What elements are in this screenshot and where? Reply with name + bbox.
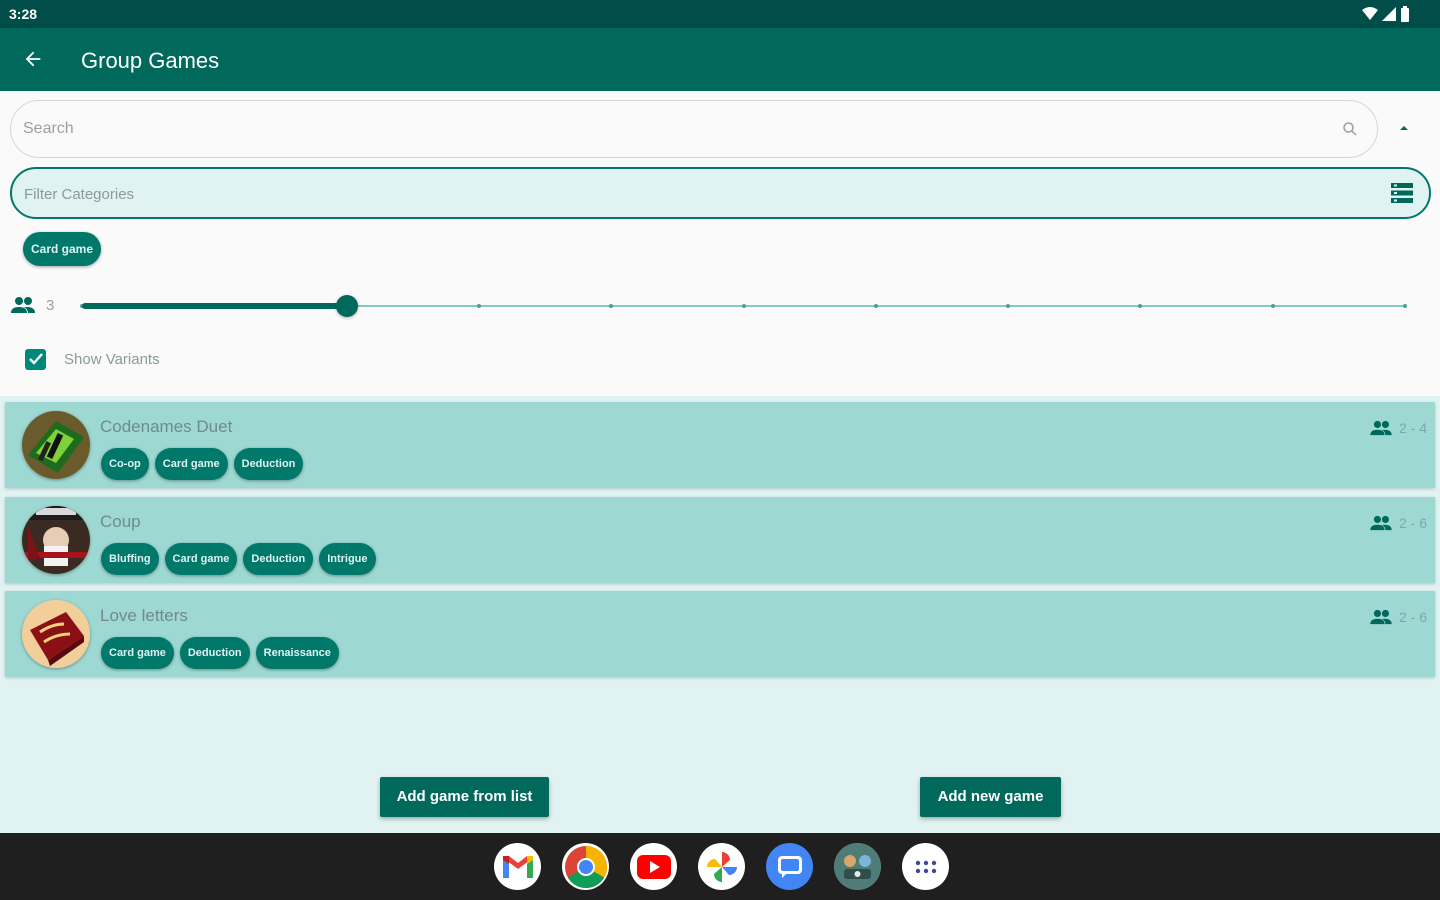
game-thumbnail: [22, 600, 90, 668]
search-box: [10, 100, 1378, 158]
slider-tick: [1270, 304, 1275, 308]
signal-icon: [1382, 7, 1396, 21]
players-filter: 3: [10, 292, 1430, 320]
group-games-app-icon[interactable]: [834, 843, 881, 890]
status-icons: [1362, 6, 1410, 22]
tag-chip[interactable]: Card game: [154, 448, 228, 480]
game-name: Coup: [100, 512, 141, 531]
chrome-icon[interactable]: [562, 843, 609, 890]
status-time: 3:28: [9, 6, 38, 22]
filter-categories-label: Filter Categories: [24, 186, 135, 203]
page-title: Group Games: [81, 48, 220, 73]
battery-icon: [1401, 6, 1409, 22]
youtube-icon[interactable]: [630, 843, 677, 890]
people-icon: [1370, 609, 1392, 625]
filter-panel: Filter Categories Card game 3 Show Varia…: [0, 91, 1440, 396]
slider-tick: [476, 304, 481, 308]
filter-categories-field[interactable]: Filter Categories: [10, 167, 1431, 219]
selected-category-chip[interactable]: Card game: [23, 232, 102, 266]
game-tags: Bluffing Card game Deduction Intrigue: [101, 543, 376, 575]
game-thumbnail: [22, 411, 90, 479]
messages-icon[interactable]: [766, 843, 813, 890]
show-variants-checkbox[interactable]: [25, 348, 46, 370]
category-list-icon[interactable]: [1391, 183, 1413, 203]
game-tags: Co-op Card game Deduction: [101, 448, 304, 480]
gmail-icon[interactable]: [494, 843, 541, 890]
checkmark-icon: [28, 353, 43, 365]
game-player-range: 2 - 4: [1369, 420, 1427, 436]
game-player-range: 2 - 6: [1369, 515, 1427, 531]
game-tags: Card game Deduction Renaissance: [101, 637, 339, 669]
back-arrow-icon: [25, 51, 41, 67]
show-variants-label: Show Variants: [64, 350, 160, 368]
status-bar: 3:28: [0, 0, 1440, 28]
slider-active-track: [82, 303, 347, 309]
slider-tick: [609, 304, 614, 308]
tag-chip[interactable]: Co-op: [101, 448, 149, 480]
slider-tick: [741, 304, 746, 308]
collapse-filters-button[interactable]: [1393, 117, 1415, 139]
tag-chip[interactable]: Deduction: [233, 448, 304, 480]
tag-chip[interactable]: Deduction: [243, 543, 314, 575]
back-button[interactable]: [18, 44, 48, 74]
slider-thumb[interactable]: [335, 295, 358, 317]
search-input[interactable]: [23, 113, 1323, 145]
people-icon: [11, 297, 35, 313]
players-count: 3: [46, 297, 55, 314]
player-range-text: 2 - 6: [1398, 515, 1427, 531]
game-thumbnail: [22, 506, 90, 574]
app-drawer-icon[interactable]: [902, 843, 949, 890]
app-dock: [494, 843, 949, 890]
tag-chip[interactable]: Intrigue: [319, 543, 376, 575]
people-icon: [1370, 420, 1392, 436]
tag-chip[interactable]: Bluffing: [101, 543, 159, 575]
slider-tick: [1006, 304, 1011, 308]
add-new-game-button[interactable]: Add new game: [920, 777, 1061, 817]
tag-chip[interactable]: Card game: [101, 637, 174, 669]
game-card[interactable]: Coup Bluffing Card game Deduction Intrig…: [5, 497, 1435, 583]
slider-tick: [1403, 304, 1407, 308]
tag-chip[interactable]: Deduction: [179, 637, 250, 669]
photos-icon[interactable]: [698, 843, 745, 890]
wifi-icon: [1362, 7, 1378, 20]
player-range-text: 2 - 6: [1398, 609, 1427, 625]
slider-tick: [1138, 304, 1143, 308]
game-name: Codenames Duet: [100, 417, 233, 436]
game-player-range: 2 - 6: [1369, 609, 1427, 625]
add-game-from-list-button[interactable]: Add game from list: [380, 777, 549, 817]
game-card[interactable]: Love letters Card game Deduction Renaiss…: [5, 591, 1435, 677]
game-name: Love letters: [100, 606, 188, 625]
caret-up-icon: [1400, 126, 1408, 130]
game-card[interactable]: Codenames Duet Co-op Card game Deduction…: [5, 402, 1435, 488]
show-variants-row: Show Variants: [25, 348, 160, 370]
people-icon: [1370, 515, 1392, 531]
players-slider[interactable]: [80, 292, 1407, 320]
tag-chip[interactable]: Card game: [164, 543, 238, 575]
app-bar: Group Games: [0, 28, 1440, 91]
player-range-text: 2 - 4: [1398, 420, 1427, 436]
taskbar: [0, 833, 1440, 900]
slider-tick: [873, 304, 878, 308]
tag-chip[interactable]: Renaissance: [255, 637, 339, 669]
search-icon[interactable]: [1341, 120, 1359, 138]
